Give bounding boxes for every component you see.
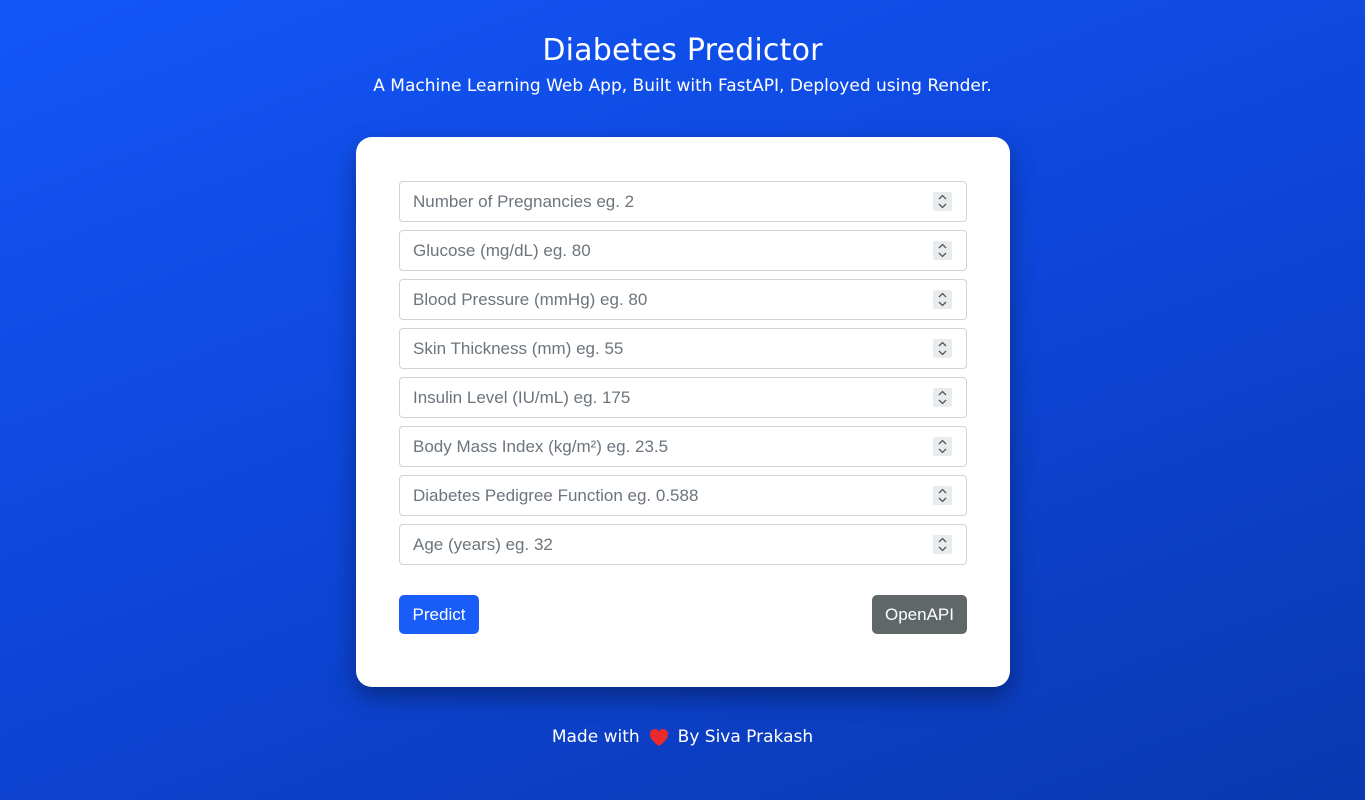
predict-button[interactable]: Predict	[399, 595, 479, 634]
insulin-input[interactable]	[400, 378, 966, 417]
skin-thickness-field	[399, 328, 967, 369]
bmi-input[interactable]	[400, 427, 966, 466]
skin-thickness-stepper[interactable]	[933, 339, 952, 358]
pregnancies-field	[399, 181, 967, 222]
skin-thickness-input[interactable]	[400, 329, 966, 368]
prediction-form-card: Predict OpenAPI	[356, 137, 1010, 687]
bmi-field	[399, 426, 967, 467]
blood-pressure-input[interactable]	[400, 280, 966, 319]
age-field	[399, 524, 967, 565]
age-input[interactable]	[400, 525, 966, 564]
insulin-stepper[interactable]	[933, 388, 952, 407]
pregnancies-stepper[interactable]	[933, 192, 952, 211]
page-footer: Made with By Siva Prakash	[0, 726, 1365, 748]
heart-icon	[648, 727, 670, 747]
glucose-input[interactable]	[400, 231, 966, 270]
bmi-stepper[interactable]	[933, 437, 952, 456]
blood-pressure-field	[399, 279, 967, 320]
footer-author: By Siva Prakash	[677, 727, 814, 747]
footer-made-with: Made with	[551, 727, 640, 747]
pedigree-stepper[interactable]	[933, 486, 952, 505]
page-title: Diabetes Predictor	[542, 33, 823, 68]
page-subtitle: A Machine Learning Web App, Built with F…	[373, 76, 992, 96]
age-stepper[interactable]	[933, 535, 952, 554]
openapi-button[interactable]: OpenAPI	[872, 595, 967, 634]
input-fields	[399, 181, 967, 573]
insulin-field	[399, 377, 967, 418]
page-header: Diabetes Predictor A Machine Learning We…	[0, 32, 1365, 97]
pedigree-field	[399, 475, 967, 516]
pedigree-input[interactable]	[400, 476, 966, 515]
glucose-field	[399, 230, 967, 271]
glucose-stepper[interactable]	[933, 241, 952, 260]
blood-pressure-stepper[interactable]	[933, 290, 952, 309]
pregnancies-input[interactable]	[400, 182, 966, 221]
